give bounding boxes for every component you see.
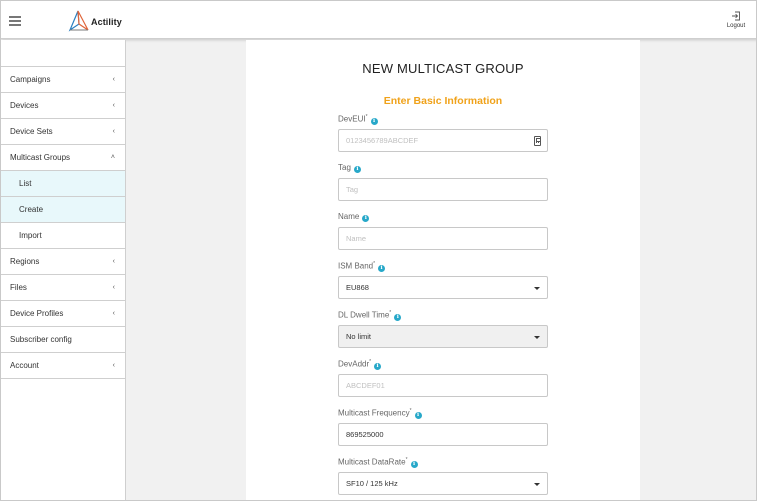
sidebar-item-label: Import — [19, 231, 42, 240]
sidebar-item-regions[interactable]: Regions ‹ — [1, 249, 125, 275]
devaddr-placeholder: ABCDEF01 — [346, 381, 385, 390]
ism-band-label: ISM Band*i — [338, 261, 386, 272]
chevron-left-icon: ‹ — [112, 76, 115, 83]
multicast-datarate-select[interactable]: SF10 / 125 kHz — [338, 472, 548, 495]
required-marker: * — [389, 310, 392, 316]
top-bar: Actility Logout — [1, 1, 756, 39]
sidebar-item-subscriber-config[interactable]: Subscriber config — [1, 327, 125, 353]
chevron-left-icon: ‹ — [112, 102, 115, 109]
dl-dwell-time-label: DL Dwell Time*i — [338, 310, 402, 321]
chevron-left-icon: ‹ — [112, 310, 115, 317]
tag-placeholder: Tag — [346, 185, 359, 194]
sidebar-item-files[interactable]: Files ‹ — [1, 275, 125, 301]
ism-band-select[interactable]: EU868 — [338, 276, 548, 299]
info-icon[interactable]: i — [370, 117, 378, 125]
ism-band-value: EU868 — [346, 283, 369, 292]
sidebar-item-label: Files — [10, 283, 27, 292]
chevron-left-icon: ‹ — [112, 362, 115, 369]
name-label-text: Name — [338, 212, 360, 221]
sidebar-item-label: Devices — [10, 101, 39, 110]
sidebar-subitem-import[interactable]: Import — [1, 223, 125, 249]
chevron-left-icon: ‹ — [112, 284, 115, 291]
logout-label: Logout — [726, 23, 746, 29]
sidebar-item-devices[interactable]: Devices ‹ — [1, 93, 125, 119]
logout-icon — [732, 11, 740, 21]
info-icon[interactable]: i — [410, 460, 418, 468]
dl-dwell-time-label-text: DL Dwell Time — [338, 310, 390, 320]
info-icon[interactable]: i — [362, 215, 370, 222]
sidebar-item-device-profiles[interactable]: Device Profiles ‹ — [1, 301, 125, 327]
name-placeholder: Name — [346, 234, 367, 243]
required-marker: * — [373, 261, 376, 267]
multicast-datarate-value: SF10 / 125 kHz — [346, 479, 398, 488]
deveui-label-text: DevEUI — [338, 114, 366, 124]
chevron-up-icon: ˄ — [110, 154, 115, 161]
form-panel: NEW MULTICAST GROUP Enter Basic Informat… — [246, 40, 640, 500]
hamburger-menu-icon[interactable] — [9, 16, 21, 26]
caret-down-icon — [534, 287, 540, 290]
tag-input[interactable]: Tag — [338, 178, 548, 201]
sidebar-item-account[interactable]: Account ‹ — [1, 353, 125, 379]
sidebar-item-label: Device Sets — [10, 127, 53, 136]
info-icon[interactable]: i — [394, 313, 402, 321]
section-subtitle: Enter Basic Information — [383, 95, 503, 107]
sidebar-item-device-sets[interactable]: Device Sets ‹ — [1, 119, 125, 145]
deveui-placeholder: 0123456789ABCDEF — [346, 136, 419, 145]
multicast-datarate-label-text: Multicast DataRate — [338, 457, 406, 467]
generate-id-icon[interactable] — [534, 136, 541, 146]
info-icon[interactable]: i — [353, 166, 361, 173]
app-window: Actility Logout Campaigns ‹ Devices ‹ De… — [0, 0, 757, 501]
multicast-frequency-label: Multicast Frequency*i — [338, 408, 422, 419]
info-icon[interactable]: i — [374, 362, 382, 370]
chevron-left-icon: ‹ — [112, 128, 115, 135]
sidebar-item-label: Campaigns — [10, 75, 51, 84]
required-marker: * — [365, 114, 368, 120]
logout-button[interactable]: Logout — [721, 11, 751, 29]
sidebar-subitem-create[interactable]: Create — [1, 197, 125, 223]
sidebar-item-label: Create — [19, 205, 44, 214]
multicast-datarate-label: Multicast DataRate*i — [338, 457, 418, 468]
sidebar-item-label: List — [19, 179, 32, 188]
required-marker: * — [409, 408, 412, 414]
dl-dwell-time-value: No limit — [346, 332, 372, 341]
caret-down-icon — [534, 483, 540, 486]
ism-band-label-text: ISM Band — [338, 261, 374, 271]
name-input[interactable]: Name — [338, 227, 548, 250]
dl-dwell-time-select[interactable]: No limit — [338, 325, 548, 348]
deveui-input[interactable]: 0123456789ABCDEF — [338, 129, 548, 152]
tag-label-text: Tag — [338, 163, 351, 172]
devaddr-label: DevAddr*i — [338, 359, 382, 370]
info-icon[interactable]: i — [378, 264, 386, 272]
sidebar-item-label: Device Profiles — [10, 309, 64, 318]
brand-name: Actility — [91, 17, 122, 27]
sidebar-item-label: Account — [10, 361, 39, 370]
sidebar-item-label: Regions — [10, 257, 40, 266]
sidebar-item-label: Multicast Groups — [10, 153, 71, 162]
info-icon[interactable]: i — [414, 411, 422, 419]
tag-label: Tag i — [338, 163, 361, 173]
required-marker: * — [369, 359, 372, 365]
actility-logo-mark-icon — [68, 10, 89, 32]
chevron-left-icon: ‹ — [112, 258, 115, 265]
sidebar-item-label: Subscriber config — [10, 335, 72, 344]
multicast-frequency-value: 869525000 — [346, 430, 384, 439]
page-title: NEW MULTICAST GROUP — [362, 61, 524, 76]
deveui-label: DevEUI*i — [338, 114, 378, 125]
sidebar-subitem-list[interactable]: List — [1, 171, 125, 197]
sidebar-nav: Campaigns ‹ Devices ‹ Device Sets ‹ Mult… — [1, 40, 126, 500]
caret-down-icon — [534, 336, 540, 339]
required-marker: * — [405, 457, 408, 463]
multicast-frequency-input[interactable]: 869525000 — [338, 423, 548, 446]
sidebar-item-multicast-groups[interactable]: Multicast Groups ˄ — [1, 145, 125, 171]
sidebar-item-campaigns[interactable]: Campaigns ‹ — [1, 67, 125, 93]
name-label: Name i — [338, 212, 370, 222]
sidebar-spacer — [1, 40, 125, 67]
multicast-frequency-label-text: Multicast Frequency — [338, 408, 410, 418]
devaddr-label-text: DevAddr — [338, 359, 370, 369]
devaddr-input[interactable]: ABCDEF01 — [338, 374, 548, 397]
